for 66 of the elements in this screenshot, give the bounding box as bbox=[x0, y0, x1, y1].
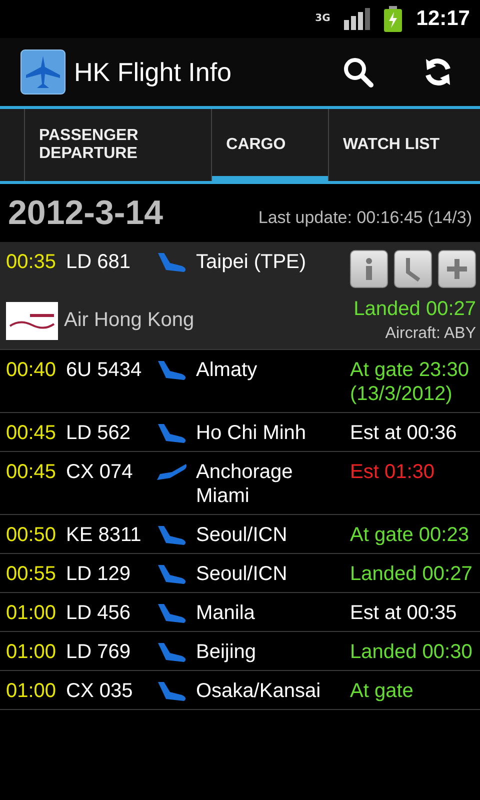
battery-charging-icon bbox=[384, 6, 402, 32]
signal-icon bbox=[344, 8, 370, 30]
aircraft-label: Aircraft: ABY bbox=[385, 325, 476, 343]
landing-plane-icon bbox=[156, 252, 188, 274]
flight-number: LD 769 bbox=[66, 640, 132, 664]
landing-plane-icon bbox=[156, 642, 188, 664]
last-update: Last update: 00:16:45 (14/3) bbox=[258, 207, 472, 228]
landing-plane-icon bbox=[156, 360, 188, 382]
clock-hands-icon bbox=[403, 256, 423, 282]
flight-number: LD 562 bbox=[66, 421, 132, 445]
network-type: 3G bbox=[315, 14, 330, 24]
flight-time: 01:00 bbox=[6, 640, 58, 664]
flight-time: 01:00 bbox=[6, 601, 58, 625]
flight-status: At gate bbox=[350, 679, 414, 703]
landing-plane-icon bbox=[156, 525, 188, 547]
tab[interactable]: WATCH LIST bbox=[328, 109, 480, 181]
plus-icon bbox=[445, 257, 469, 281]
clock: 12:17 bbox=[416, 7, 470, 31]
flight-status: Landed 00:30 bbox=[350, 640, 474, 664]
search-icon bbox=[342, 56, 374, 88]
landing-plane-icon bbox=[156, 603, 188, 625]
flight-number: KE 8311 bbox=[66, 523, 142, 547]
flight-time: 00:40 bbox=[6, 358, 58, 382]
airline-logo-icon bbox=[6, 302, 58, 340]
flight-destination: Anchorage Miami bbox=[196, 460, 294, 508]
flight-time: 00:55 bbox=[6, 562, 58, 586]
tab[interactable]: CARGO bbox=[211, 109, 328, 181]
app-logo-icon bbox=[20, 49, 66, 95]
add-button[interactable] bbox=[438, 250, 476, 288]
flight-destination: Almaty bbox=[196, 358, 258, 382]
landing-plane-icon bbox=[156, 564, 188, 586]
tab[interactable]: PASSENGER DEPARTURE bbox=[24, 109, 212, 181]
flight-time: 00:45 bbox=[6, 460, 58, 484]
date-heading: 2012-3-14 bbox=[8, 194, 164, 232]
clock-button[interactable] bbox=[394, 250, 432, 288]
flight-destination: Seoul/ICN bbox=[196, 562, 288, 586]
app-title: HK Flight Info bbox=[74, 56, 233, 88]
flight-number: CX 074 bbox=[66, 460, 134, 484]
flight-destination: Osaka/Kansai bbox=[196, 679, 322, 703]
flight-status: Est at 00:36 bbox=[350, 421, 458, 445]
flight-number: 6U 5434 bbox=[66, 358, 143, 382]
info-icon bbox=[363, 257, 375, 281]
flight-number: LD 456 bbox=[66, 601, 132, 625]
flight-time: 00:35 bbox=[6, 250, 58, 274]
flight-number: LD 129 bbox=[66, 562, 132, 586]
flight-time: 01:00 bbox=[6, 679, 58, 703]
flight-destination: Manila bbox=[196, 601, 256, 625]
flight-destination: Beijing bbox=[196, 640, 258, 664]
landing-plane-icon bbox=[156, 681, 188, 703]
flight-status: Landed 00:27 bbox=[350, 562, 474, 586]
flight-status: At gate 00:23 bbox=[350, 523, 470, 547]
flight-destination: Seoul/ICN bbox=[196, 523, 288, 547]
flight-number: LD 681 bbox=[66, 250, 132, 274]
flight-time: 00:50 bbox=[6, 523, 58, 547]
info-button[interactable] bbox=[350, 250, 388, 288]
airline-name: Air Hong Kong bbox=[64, 309, 196, 332]
flight-time: 00:45 bbox=[6, 421, 58, 445]
flight-destination: Ho Chi Minh bbox=[196, 421, 308, 445]
flight-status: Est 01:30 bbox=[350, 460, 436, 484]
flight-number: CX 035 bbox=[66, 679, 134, 703]
flight-row[interactable]: 00:35 LD 681 Taipei (TPE) Air Hong Kong Landed 00:27 Aircraft: ABY bbox=[0, 242, 480, 350]
flight-status: Est at 00:35 bbox=[350, 601, 458, 625]
flight-status: At gate 23:30 (13/3/2012) bbox=[350, 358, 470, 406]
flight-destination: Taipei (TPE) bbox=[196, 250, 308, 274]
landing-plane-icon bbox=[156, 423, 188, 445]
flight-status: Landed 00:27 bbox=[354, 298, 476, 321]
